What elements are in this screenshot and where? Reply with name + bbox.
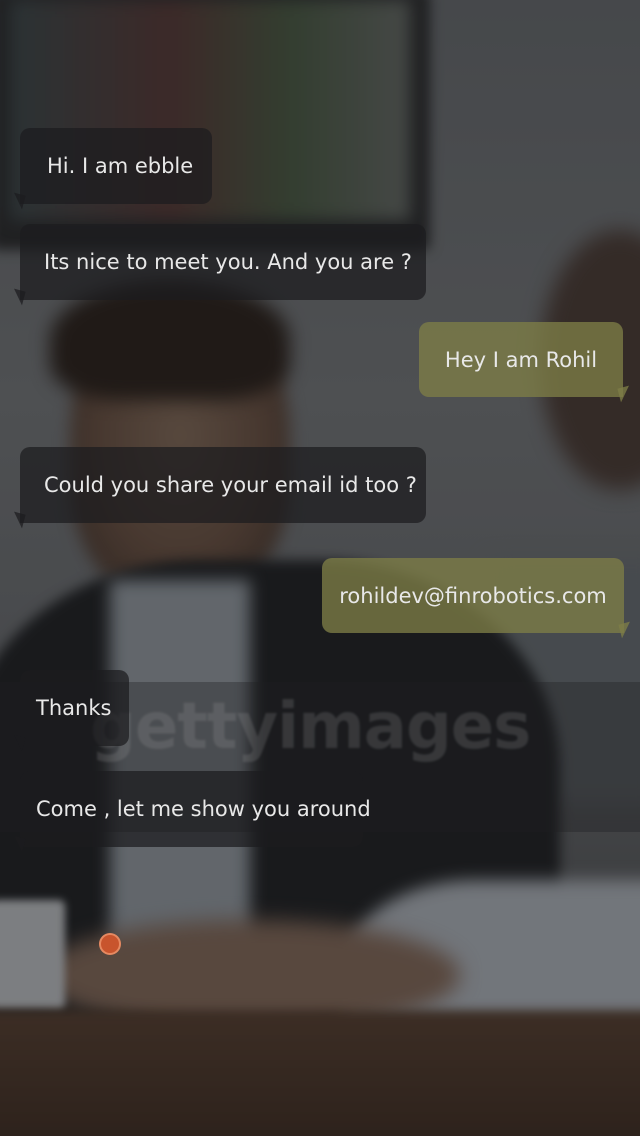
user-message: Hey I am Rohil bbox=[419, 322, 623, 397]
bot-message: Come , let me show you around bbox=[20, 771, 371, 847]
chat-screen: gettyimages Hi. I am ebble Its nice to m… bbox=[0, 0, 640, 1136]
message-text: Its nice to meet you. And you are ? bbox=[44, 250, 412, 274]
message-list: Hi. I am ebble Its nice to meet you. And… bbox=[0, 0, 640, 1136]
message-text: Thanks bbox=[36, 696, 112, 720]
user-message: rohildev@finrobotics.com bbox=[322, 558, 624, 633]
message-text: Come , let me show you around bbox=[36, 797, 371, 821]
message-text: Could you share your email id too ? bbox=[44, 473, 417, 497]
bot-message: Thanks bbox=[20, 670, 129, 746]
message-text: Hey I am Rohil bbox=[444, 347, 598, 372]
bot-message: Its nice to meet you. And you are ? bbox=[20, 224, 426, 300]
bot-message: Hi. I am ebble bbox=[20, 128, 212, 204]
bot-message: Could you share your email id too ? bbox=[20, 447, 426, 523]
message-text: rohildev@finrobotics.com bbox=[339, 583, 607, 608]
recording-dot-icon[interactable] bbox=[99, 933, 121, 955]
message-text: Hi. I am ebble bbox=[47, 154, 194, 178]
